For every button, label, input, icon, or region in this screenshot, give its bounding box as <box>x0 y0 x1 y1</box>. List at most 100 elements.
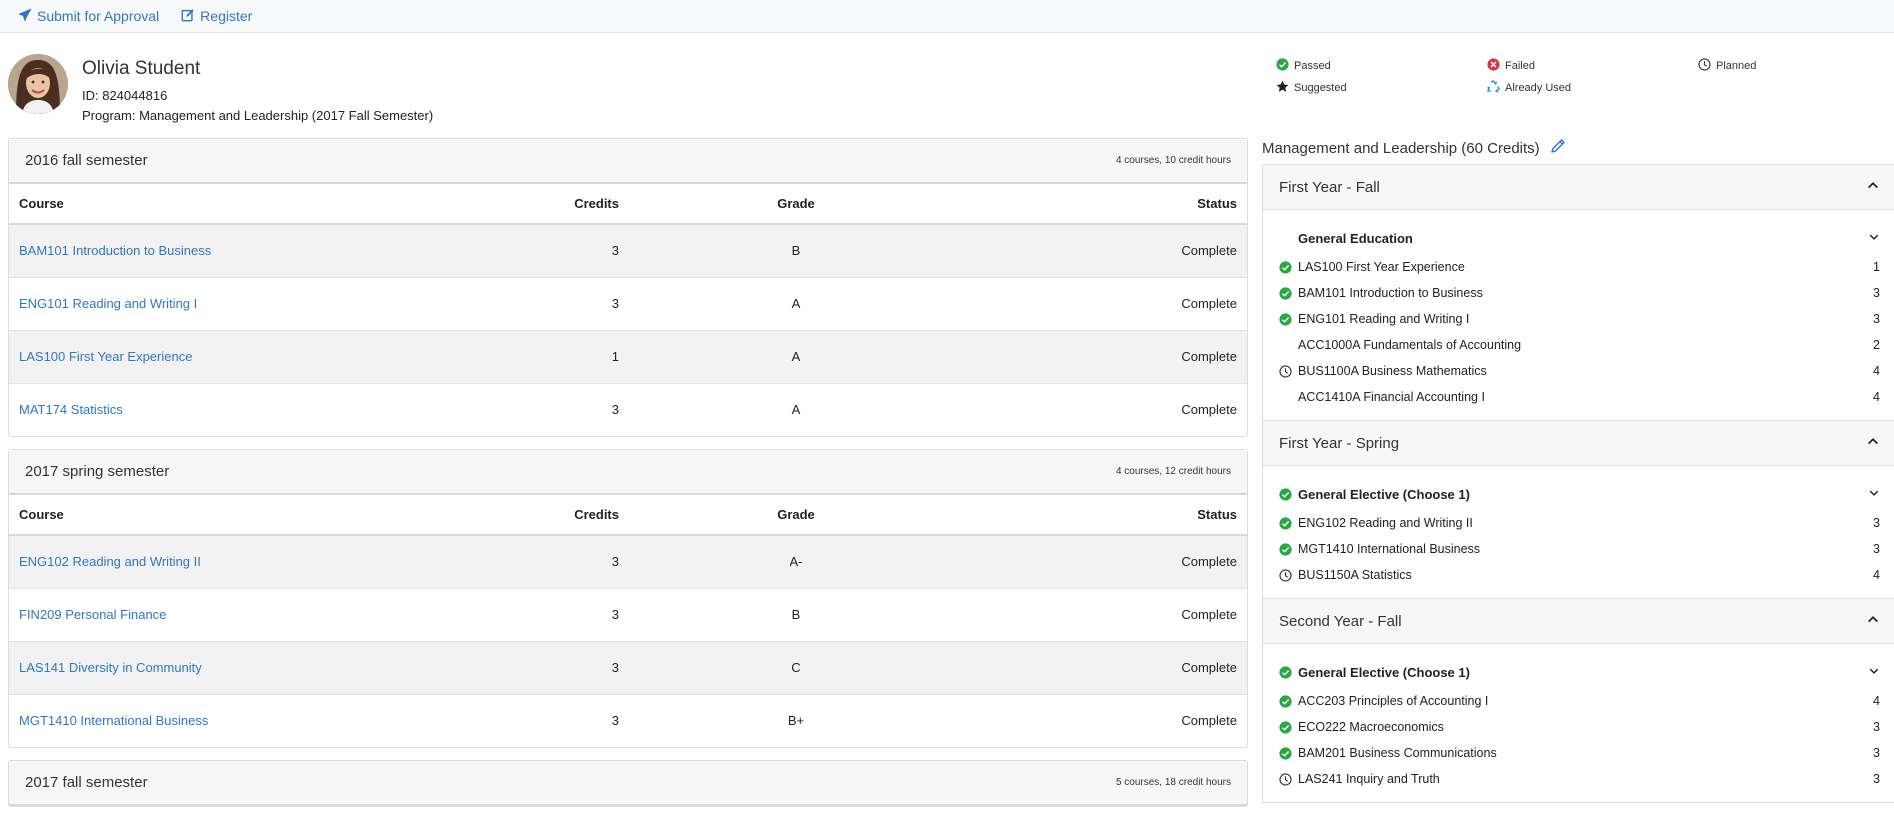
table-row: ENG101 Reading and Writing I 3 A Complet… <box>9 276 1247 330</box>
table-row: LAS141 Diversity in Community 3 C Comple… <box>9 640 1247 694</box>
table-row: MGT1410 International Business 3 B+ Comp… <box>9 693 1247 747</box>
table-row: MAT174 Statistics 3 A Complete <box>9 382 1247 436</box>
avatar <box>8 54 68 114</box>
requirement-group-header[interactable]: General Elective (Choose 1) <box>1279 662 1880 682</box>
course-link[interactable]: LAS141 Diversity in Community <box>19 660 202 675</box>
semester-summary: 5 courses, 18 credit hours <box>1115 777 1231 788</box>
requirement-row: ACC1410A Financial Accounting I 4 <box>1279 384 1880 410</box>
requirement-row: LAS100 First Year Experience 1 <box>1279 254 1880 280</box>
pencil-icon[interactable] <box>1550 138 1566 158</box>
term-body: General Elective (Choose 1) ENG102 Readi… <box>1263 466 1894 598</box>
term-body: General Elective (Choose 1) ACC203 Princ… <box>1263 644 1894 802</box>
chevron-down-icon[interactable] <box>1868 487 1880 502</box>
requirement-credits: 4 <box>1873 390 1880 404</box>
legend-passed: Passed <box>1276 58 1487 74</box>
clock-icon <box>1698 58 1711 74</box>
check-circle-icon <box>1279 665 1297 679</box>
credits-cell: 3 <box>479 534 629 588</box>
student-header: Olivia Student ID: 824044816 Program: Ma… <box>8 54 433 128</box>
credits-cell: 3 <box>479 640 629 694</box>
chevron-up-icon[interactable] <box>1866 434 1880 452</box>
grade-cell: A <box>629 276 963 330</box>
status-cell: Complete <box>963 587 1247 641</box>
column-header-grade: Grade <box>629 184 963 225</box>
status-cell: Complete <box>963 276 1247 330</box>
credits-cell: 3 <box>479 276 629 330</box>
term-header[interactable]: First Year - Fall <box>1263 165 1894 210</box>
status-cell: Complete <box>963 329 1247 383</box>
student-id: ID: 824044816 <box>82 88 168 103</box>
term-panel: Second Year - Fall General Elective (Cho… <box>1262 599 1894 803</box>
semester-card: 2017 spring semester 4 courses, 12 credi… <box>8 449 1248 748</box>
chevron-up-icon[interactable] <box>1866 178 1880 196</box>
register-label: Register <box>200 8 253 24</box>
course-link[interactable]: ENG102 Reading and Writing II <box>19 554 201 569</box>
term-header[interactable]: First Year - Spring <box>1263 421 1894 466</box>
table-row: FIN209 Personal Finance 3 B Complete <box>9 587 1247 641</box>
legend-already-used: Already Used <box>1487 80 1698 96</box>
check-circle-icon <box>1279 542 1297 556</box>
grade-cell: C <box>629 640 963 694</box>
edit-square-icon <box>181 8 195 25</box>
term-title: First Year - Spring <box>1279 434 1400 452</box>
submit-for-approval-button[interactable]: Submit for Approval <box>18 8 159 25</box>
table-row: ENG102 Reading and Writing II 3 A- Compl… <box>9 534 1247 588</box>
course-link[interactable]: ENG101 Reading and Writing I <box>19 296 197 311</box>
requirement-credits: 3 <box>1873 286 1880 300</box>
status-cell: Complete <box>963 382 1247 436</box>
check-circle-icon <box>1279 516 1297 530</box>
requirement-row: ENG102 Reading and Writing II 3 <box>1279 510 1880 536</box>
column-header-status: Status <box>963 184 1247 225</box>
requirement-group-name: General Elective (Choose 1) <box>1298 486 1470 502</box>
requirement-credits: 1 <box>1873 260 1880 274</box>
course-link[interactable]: FIN209 Personal Finance <box>19 607 166 622</box>
requirement-group-name: General Education <box>1298 230 1413 246</box>
requirement-row: BUS1100A Business Mathematics 4 <box>1279 358 1880 384</box>
check-circle-icon <box>1279 312 1297 326</box>
semester-header: 2017 spring semester 4 courses, 12 credi… <box>9 450 1247 495</box>
semester-title: 2017 fall semester <box>25 774 148 791</box>
chevron-up-icon[interactable] <box>1866 612 1880 630</box>
semester-header: 2016 fall semester 4 courses, 10 credit … <box>9 139 1247 184</box>
status-legend: Passed Failed Planned Suggested Already … <box>1276 58 1786 96</box>
chevron-down-icon[interactable] <box>1868 665 1880 680</box>
semester-title: 2017 spring semester <box>25 463 170 480</box>
credits-cell: 3 <box>479 693 629 747</box>
requirement-row: BUS1150A Statistics 4 <box>1279 562 1880 588</box>
requirement-row: BAM101 Introduction to Business 3 <box>1279 280 1880 306</box>
requirement-group-header[interactable]: General Elective (Choose 1) <box>1279 484 1880 504</box>
requirement-credits: 3 <box>1873 720 1880 734</box>
column-header-credits: Credits <box>479 495 629 536</box>
semester-summary: 4 courses, 12 credit hours <box>1115 466 1231 477</box>
semester-card: 2016 fall semester 4 courses, 10 credit … <box>8 138 1248 437</box>
grade-cell: B <box>629 223 963 277</box>
course-link[interactable]: LAS100 First Year Experience <box>19 349 192 364</box>
program-title-text: Management and Leadership (60 Credits) <box>1262 139 1540 157</box>
student-name: Olivia Student <box>82 58 201 79</box>
course-link[interactable]: BAM101 Introduction to Business <box>19 243 211 258</box>
status-cell: Complete <box>963 640 1247 694</box>
check-circle-icon <box>1279 260 1297 274</box>
status-cell: Complete <box>963 534 1247 588</box>
semester-header: 2017 fall semester 5 courses, 18 credit … <box>9 761 1247 806</box>
legend-failed: Failed <box>1487 58 1698 74</box>
requirement-name: BAM101 Introduction to Business <box>1298 286 1483 300</box>
chevron-down-icon[interactable] <box>1868 231 1880 246</box>
column-header-grade: Grade <box>629 495 963 536</box>
column-header-credits: Credits <box>479 184 629 225</box>
term-title: First Year - Fall <box>1279 178 1380 196</box>
requirement-row: BAM201 Business Communications 3 <box>1279 740 1880 766</box>
course-link[interactable]: MGT1410 International Business <box>19 713 208 728</box>
star-icon <box>1276 80 1289 96</box>
term-header[interactable]: Second Year - Fall <box>1263 599 1894 644</box>
requirement-group-header[interactable]: General Education <box>1279 228 1880 248</box>
register-button[interactable]: Register <box>181 8 252 25</box>
semester-table: Course Credits Grade Status BAM101 Intro… <box>9 184 1247 436</box>
paper-plane-icon <box>18 8 32 25</box>
status-cell: Complete <box>963 693 1247 747</box>
check-circle-icon <box>1279 487 1297 501</box>
check-circle-icon <box>1276 58 1289 74</box>
course-link[interactable]: MAT174 Statistics <box>19 402 123 417</box>
requirement-name: ACC1000A Fundamentals of Accounting <box>1298 338 1522 352</box>
grade-cell: A <box>629 382 963 436</box>
